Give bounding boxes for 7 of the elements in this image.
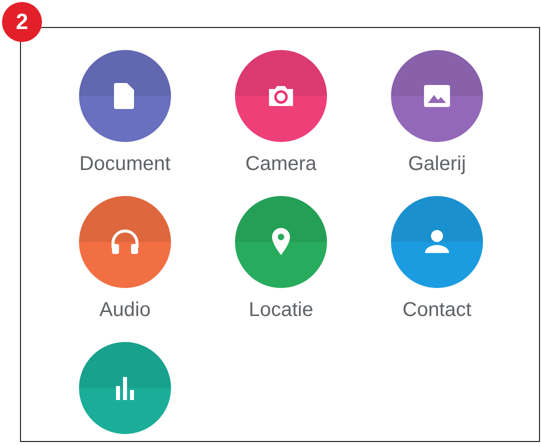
step-badge: 2 <box>2 2 42 42</box>
attachment-label: Galerij <box>408 152 466 176</box>
attachment-label: Document <box>79 152 171 176</box>
attachment-label: Audio <box>99 298 151 322</box>
attachment-label: Locatie <box>248 298 314 322</box>
attachment-label: Camera <box>245 152 317 176</box>
attachment-label: Contact <box>402 298 472 322</box>
